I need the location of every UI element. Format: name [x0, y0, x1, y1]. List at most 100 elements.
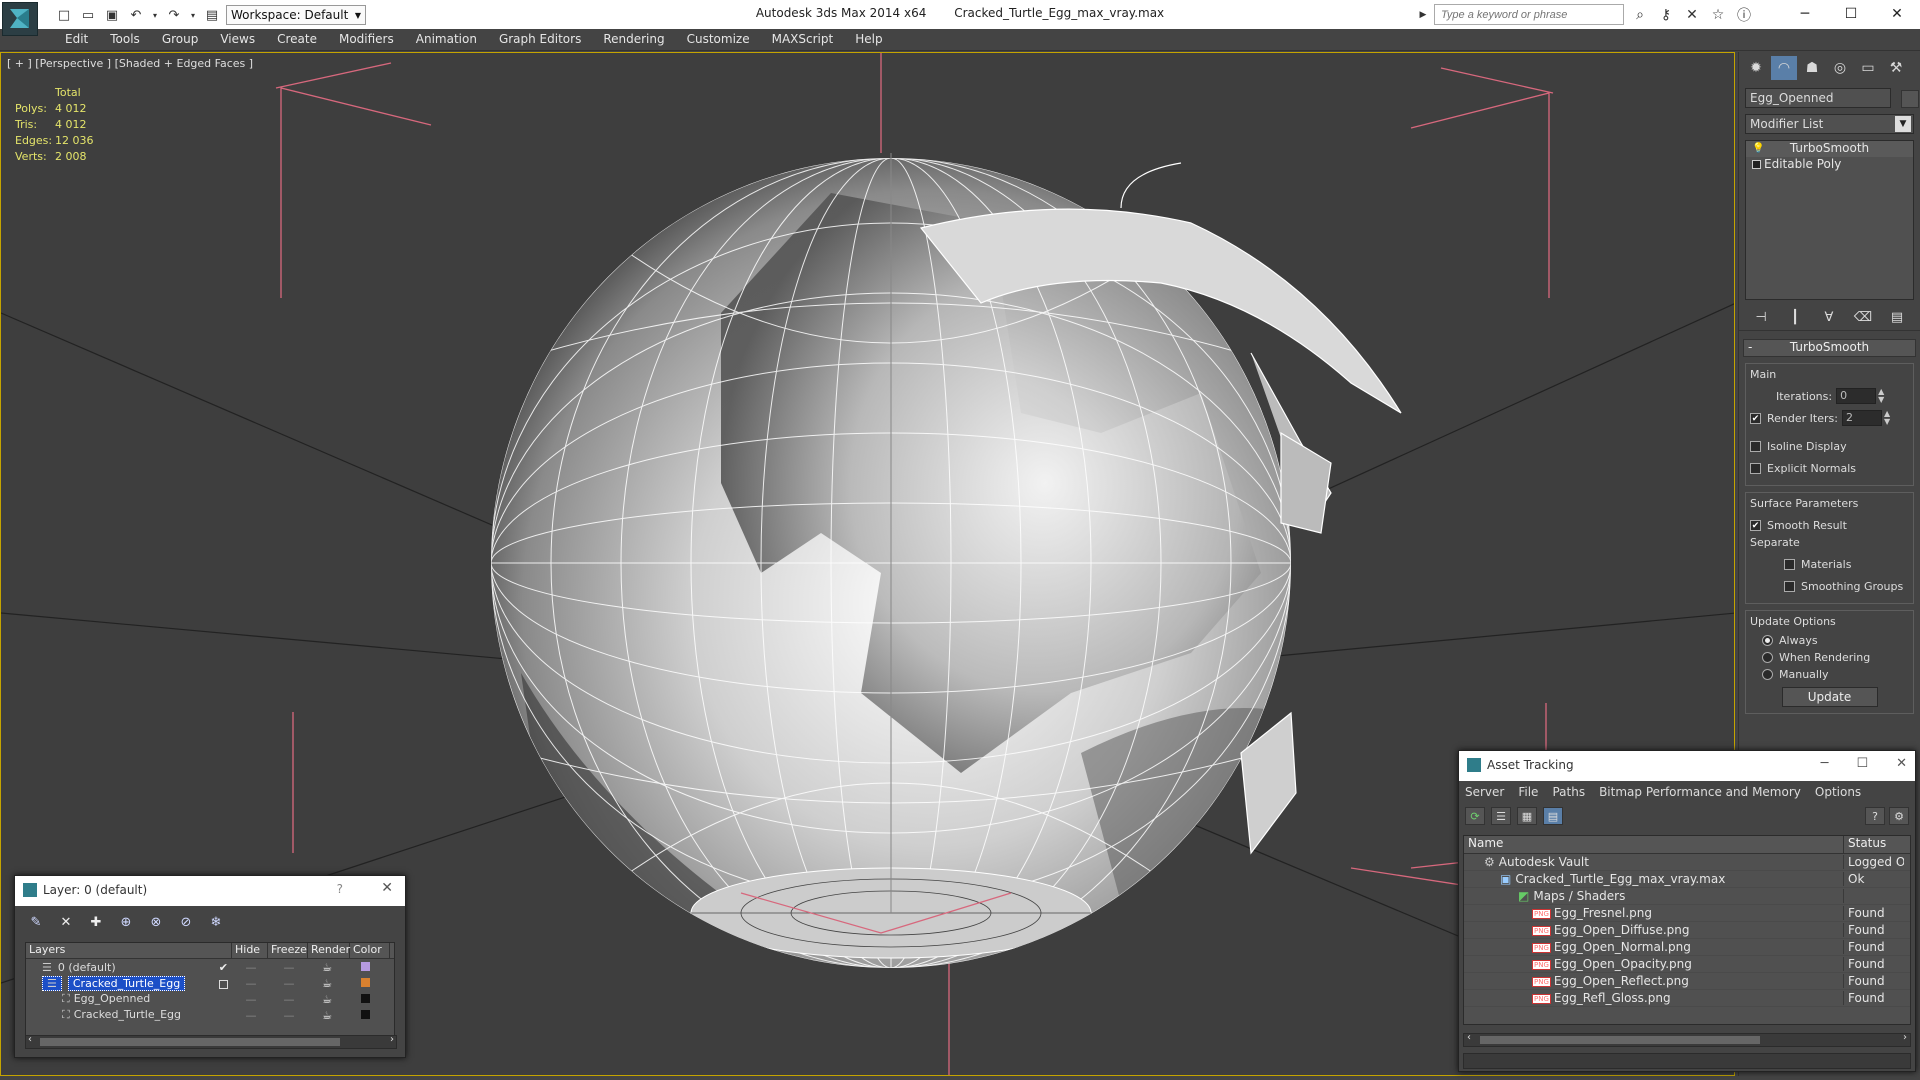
- delete-layer-icon[interactable]: ✕: [55, 912, 77, 932]
- save-file-icon[interactable]: ▣: [102, 5, 122, 25]
- freeze-toggle[interactable]: —: [270, 993, 308, 1006]
- minimize-icon[interactable]: ─: [1782, 0, 1828, 28]
- smooth-result-checkbox[interactable]: ✔: [1750, 519, 1761, 531]
- menu-animation[interactable]: Animation: [405, 29, 488, 50]
- open-file-icon[interactable]: ▭: [78, 5, 98, 25]
- workspace-select[interactable]: Workspace: Default ▼: [226, 5, 366, 25]
- layer-horizontal-scrollbar[interactable]: ‹ ›: [25, 1034, 397, 1049]
- pin-stack-icon[interactable]: ⊣: [1751, 308, 1771, 326]
- when-rendering-radio[interactable]: [1762, 652, 1773, 663]
- stack-item-editable-poly[interactable]: Editable Poly: [1746, 157, 1913, 173]
- hide-toggle[interactable]: —: [232, 993, 270, 1006]
- show-end-result-icon[interactable]: ┃: [1785, 308, 1805, 326]
- asset-menu-file[interactable]: File: [1518, 785, 1538, 799]
- menu-tools[interactable]: Tools: [99, 29, 151, 50]
- redo-icon[interactable]: ↷: [164, 5, 184, 25]
- manually-radio[interactable]: [1762, 669, 1773, 680]
- asset-horizontal-scrollbar[interactable]: ‹ ›: [1463, 1032, 1911, 1047]
- asset-row[interactable]: PNG Egg_Open_Diffuse.png Found: [1464, 922, 1910, 939]
- explicit-normals-checkbox[interactable]: [1750, 462, 1761, 474]
- lightbulb-icon[interactable]: 💡: [1752, 143, 1764, 154]
- layer-dialog-titlebar[interactable]: Layer: 0 (default) ? ✕: [15, 876, 405, 906]
- list-view-icon[interactable]: ☰: [1491, 807, 1511, 825]
- asset-menu-options[interactable]: Options: [1815, 785, 1861, 799]
- settings-icon[interactable]: ⚙: [1889, 807, 1909, 825]
- menu-rendering[interactable]: Rendering: [592, 29, 675, 50]
- render-teapot-icon[interactable]: ☕: [308, 1009, 346, 1022]
- select-objects-icon[interactable]: ⊕: [115, 912, 137, 932]
- asset-row[interactable]: ⚙Autodesk Vault Logged Ou: [1464, 854, 1910, 871]
- exchange-icon[interactable]: ✕: [1682, 5, 1702, 25]
- asset-tracking-titlebar[interactable]: Asset Tracking ─ ☐ ✕: [1459, 751, 1915, 781]
- col-layers[interactable]: Layers: [26, 943, 232, 958]
- remove-modifier-icon[interactable]: ⌫: [1853, 308, 1873, 326]
- maximize-icon[interactable]: ☐: [1856, 756, 1868, 771]
- object-name-field[interactable]: Egg_Openned: [1745, 88, 1891, 108]
- hierarchy-tab-icon[interactable]: ☗: [1799, 56, 1825, 80]
- expand-box-icon[interactable]: [1752, 160, 1761, 169]
- hide-toggle[interactable]: —: [232, 1009, 270, 1022]
- asset-menu-paths[interactable]: Paths: [1552, 785, 1585, 799]
- render-iters-spinner[interactable]: 2: [1841, 410, 1882, 426]
- asset-row[interactable]: PNG Egg_Open_Reflect.png Found: [1464, 973, 1910, 990]
- refresh-icon[interactable]: ⟳: [1465, 807, 1485, 825]
- scroll-left-icon[interactable]: ‹: [28, 1034, 32, 1045]
- table-view-icon[interactable]: ▤: [1543, 807, 1563, 825]
- search-input[interactable]: [1434, 4, 1624, 25]
- undo-icon[interactable]: ↶: [126, 5, 146, 25]
- menu-maxscript[interactable]: MAXScript: [761, 29, 845, 50]
- key-icon[interactable]: ⚷: [1656, 5, 1676, 25]
- highlight-layer-icon[interactable]: ⊗: [145, 912, 167, 932]
- undo-dropdown-icon[interactable]: ▾: [150, 5, 160, 25]
- spinner-arrows-icon[interactable]: ▲ ▼: [1878, 388, 1884, 404]
- scroll-right-icon[interactable]: ›: [390, 1034, 394, 1045]
- help-button[interactable]: ?: [337, 882, 343, 896]
- layer-color-swatch[interactable]: [360, 961, 370, 971]
- make-unique-icon[interactable]: ∀: [1819, 308, 1839, 326]
- menu-group[interactable]: Group: [151, 29, 210, 50]
- add-selection-icon[interactable]: ✚: [85, 912, 107, 932]
- close-icon[interactable]: ✕: [1896, 756, 1907, 771]
- redo-dropdown-icon[interactable]: ▾: [188, 5, 198, 25]
- help-icon[interactable]: ⓘ: [1734, 5, 1754, 25]
- iterations-spinner[interactable]: 0: [1836, 388, 1877, 404]
- close-icon[interactable]: ✕: [1874, 0, 1920, 28]
- col-render[interactable]: Render: [308, 943, 350, 958]
- modify-tab-icon[interactable]: ◠: [1771, 56, 1797, 80]
- always-radio[interactable]: [1762, 635, 1773, 646]
- render-iters-checkbox[interactable]: ✔: [1750, 412, 1761, 424]
- help-icon[interactable]: ?: [1865, 807, 1885, 825]
- col-hide[interactable]: Hide: [232, 943, 268, 958]
- freeze-all-icon[interactable]: ❄: [205, 912, 227, 932]
- viewport-label[interactable]: [ + ] [Perspective ] [Shaded + Edged Fac…: [7, 57, 253, 70]
- freeze-toggle[interactable]: —: [270, 977, 308, 990]
- hide-toggle[interactable]: —: [232, 977, 270, 990]
- project-folder-icon[interactable]: ▤: [202, 5, 222, 25]
- minimize-icon[interactable]: ─: [1821, 756, 1829, 771]
- scroll-right-icon[interactable]: ›: [1903, 1032, 1907, 1043]
- smoothing-groups-checkbox[interactable]: [1784, 580, 1795, 592]
- new-file-icon[interactable]: □: [54, 5, 74, 25]
- col-name[interactable]: Name: [1464, 836, 1844, 853]
- layer-row[interactable]: ⛶ Egg_Openned — — ☕: [26, 991, 394, 1007]
- render-teapot-icon[interactable]: ☕: [308, 993, 346, 1006]
- object-color-swatch[interactable]: [1901, 89, 1919, 108]
- menu-create[interactable]: Create: [266, 29, 328, 50]
- freeze-toggle[interactable]: —: [270, 1009, 308, 1022]
- maximize-icon[interactable]: ☐: [1828, 0, 1874, 28]
- layer-row[interactable]: ☰ Cracked_Turtle_Egg — — ☕: [26, 975, 394, 991]
- scrollbar-thumb[interactable]: [40, 1038, 340, 1046]
- layer-color-swatch[interactable]: [360, 977, 370, 987]
- asset-row[interactable]: PNG Egg_Open_Normal.png Found: [1464, 939, 1910, 956]
- freeze-toggle[interactable]: —: [270, 961, 308, 974]
- star-icon[interactable]: ☆: [1708, 5, 1728, 25]
- render-teapot-icon[interactable]: ☕: [308, 977, 346, 990]
- asset-row[interactable]: ◩ Maps / Shaders: [1464, 888, 1910, 905]
- expand-arrow-icon[interactable]: ▶: [1418, 5, 1428, 25]
- menu-customize[interactable]: Customize: [676, 29, 761, 50]
- turbosmooth-rollout-header[interactable]: - TurboSmooth: [1743, 339, 1916, 357]
- col-status[interactable]: Status: [1844, 836, 1886, 853]
- scroll-left-icon[interactable]: ‹: [1467, 1032, 1471, 1043]
- app-menu-button[interactable]: [2, 2, 38, 36]
- create-tab-icon[interactable]: ✹: [1743, 56, 1769, 80]
